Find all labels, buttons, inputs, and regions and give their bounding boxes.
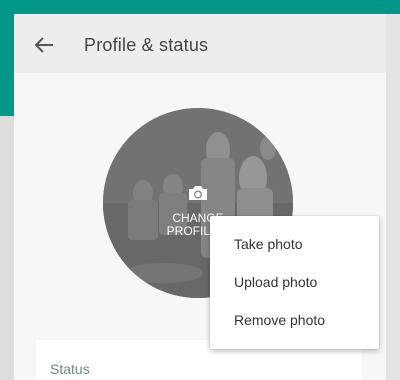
background-panel: [386, 14, 400, 380]
page-title: Profile & status: [84, 35, 209, 55]
panel-header: Profile & status: [14, 14, 386, 73]
menu-item-upload-photo[interactable]: Upload photo: [210, 263, 379, 301]
menu-item-take-photo[interactable]: Take photo: [210, 225, 379, 263]
side-accent-bar: [0, 14, 14, 116]
photo-options-menu: Take photo Upload photo Remove photo: [210, 216, 379, 349]
back-arrow-icon[interactable]: [34, 36, 54, 54]
camera-icon: [189, 186, 207, 200]
menu-item-remove-photo[interactable]: Remove photo: [210, 301, 379, 339]
top-accent-bar: [0, 0, 400, 14]
status-label: Status: [50, 361, 90, 377]
